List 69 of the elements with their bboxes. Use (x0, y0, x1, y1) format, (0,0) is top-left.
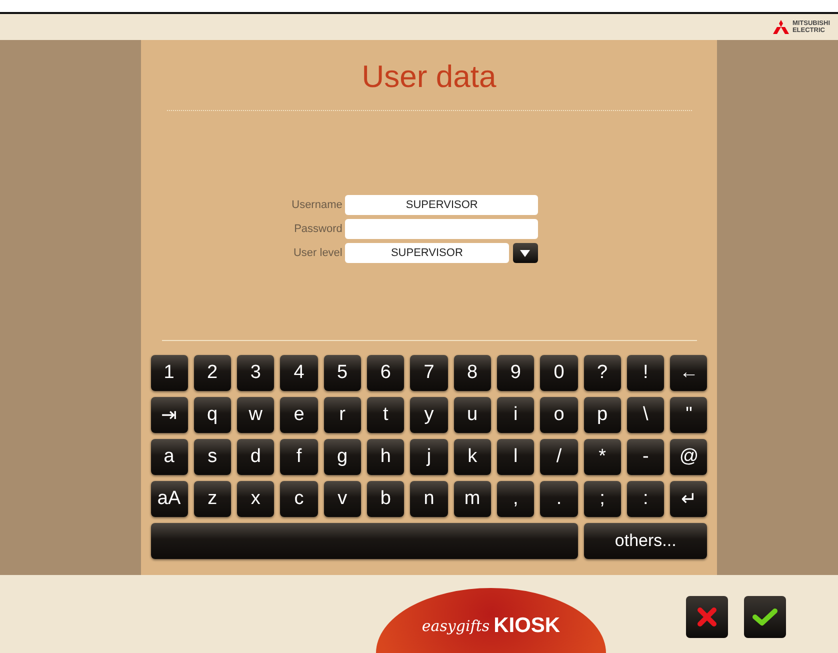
keyboard-key[interactable]: x (237, 481, 274, 517)
keyboard-key[interactable]: 8 (454, 355, 491, 391)
keyboard-key[interactable]: \ (627, 397, 664, 433)
caret-down-icon (520, 250, 530, 256)
keyboard-key[interactable]: t (367, 397, 404, 433)
keyboard-key[interactable]: 6 (367, 355, 404, 391)
field-label: Username (292, 199, 342, 211)
keyboard-key[interactable]: u (454, 397, 491, 433)
keyboard-key[interactable]: others... (584, 523, 708, 559)
keyboard-key[interactable]: ! (627, 355, 664, 391)
keyboard-key[interactable]: c (280, 481, 318, 517)
cancel-button[interactable] (686, 596, 728, 638)
keyboard-key[interactable]: 2 (194, 355, 231, 391)
keyboard-key[interactable]: 4 (280, 355, 318, 391)
keyboard-key[interactable]: n (410, 481, 448, 517)
keyboard-key[interactable]: ; (584, 481, 621, 517)
keyboard-key[interactable]: r (324, 397, 361, 433)
keyboard-key[interactable]: i (497, 397, 534, 433)
keyboard-key[interactable]: ← (670, 355, 708, 391)
keyboard-key[interactable]: . (540, 481, 578, 517)
keyboard-key[interactable]: g (324, 439, 361, 475)
keyboard-key[interactable]: @ (670, 439, 708, 475)
keyboard-key[interactable]: s (194, 439, 231, 475)
dropdown-button[interactable] (512, 243, 538, 263)
keyboard-key[interactable]: 9 (497, 355, 534, 391)
keyboard-key[interactable]: , (497, 481, 534, 517)
field-label: User level (292, 247, 342, 259)
keyboard-key[interactable]: d (237, 439, 274, 475)
keyboard-key[interactable]: v (324, 481, 361, 517)
field-label: Password (293, 223, 342, 235)
keyboard-key[interactable]: * (584, 439, 621, 475)
logo-text: KIOSK (494, 616, 560, 636)
keyboard-key[interactable]: ⇥ (150, 397, 188, 433)
keyboard-key[interactable]: j (410, 439, 448, 475)
keyboard-key[interactable]: a (150, 439, 188, 475)
keyboard-key[interactable]: / (540, 439, 578, 475)
logo-text: easygifts (422, 616, 490, 636)
keyboard-key[interactable]: : (627, 481, 664, 517)
keyboard-key[interactable]: 0 (540, 355, 578, 391)
three-diamonds-logo-icon (772, 20, 790, 34)
keyboard-key[interactable]: k (454, 439, 491, 475)
input-field[interactable] (345, 219, 538, 239)
keyboard-key[interactable]: 7 (410, 355, 448, 391)
keyboard-key[interactable]: e (280, 397, 318, 433)
page-title: User data (362, 58, 496, 96)
keyboard-key[interactable]: q (194, 397, 231, 433)
keyboard-key[interactable]: h (367, 439, 404, 475)
keyboard-key[interactable]: o (540, 397, 578, 433)
keyboard-key[interactable]: aA (150, 481, 188, 517)
keyboard-key[interactable]: 5 (324, 355, 361, 391)
keyboard-key[interactable]: y (410, 397, 448, 433)
keyboard-key[interactable]: ↵ (670, 481, 708, 517)
keyboard-key[interactable]: w (237, 397, 274, 433)
keyboard-key[interactable]: 3 (237, 355, 274, 391)
keyboard-key[interactable]: z (194, 481, 231, 517)
input-field[interactable]: SUPERVISOR (345, 195, 538, 215)
keyboard-key[interactable]: 1 (150, 355, 188, 391)
keyboard-key[interactable]: b (367, 481, 404, 517)
keyboard-key[interactable]: m (454, 481, 491, 517)
keyboard-key[interactable]: f (280, 439, 318, 475)
keyboard-key[interactable]: ? (584, 355, 621, 391)
close-icon (697, 607, 717, 627)
keyboard-key[interactable]: p (584, 397, 621, 433)
confirm-button[interactable] (744, 596, 786, 638)
keyboard-key[interactable]: - (627, 439, 664, 475)
user-level-select[interactable]: SUPERVISOR (345, 243, 509, 263)
keyboard-key[interactable]: " (670, 397, 708, 433)
checkmark-icon (752, 607, 778, 627)
keyboard-key[interactable]: l (497, 439, 534, 475)
